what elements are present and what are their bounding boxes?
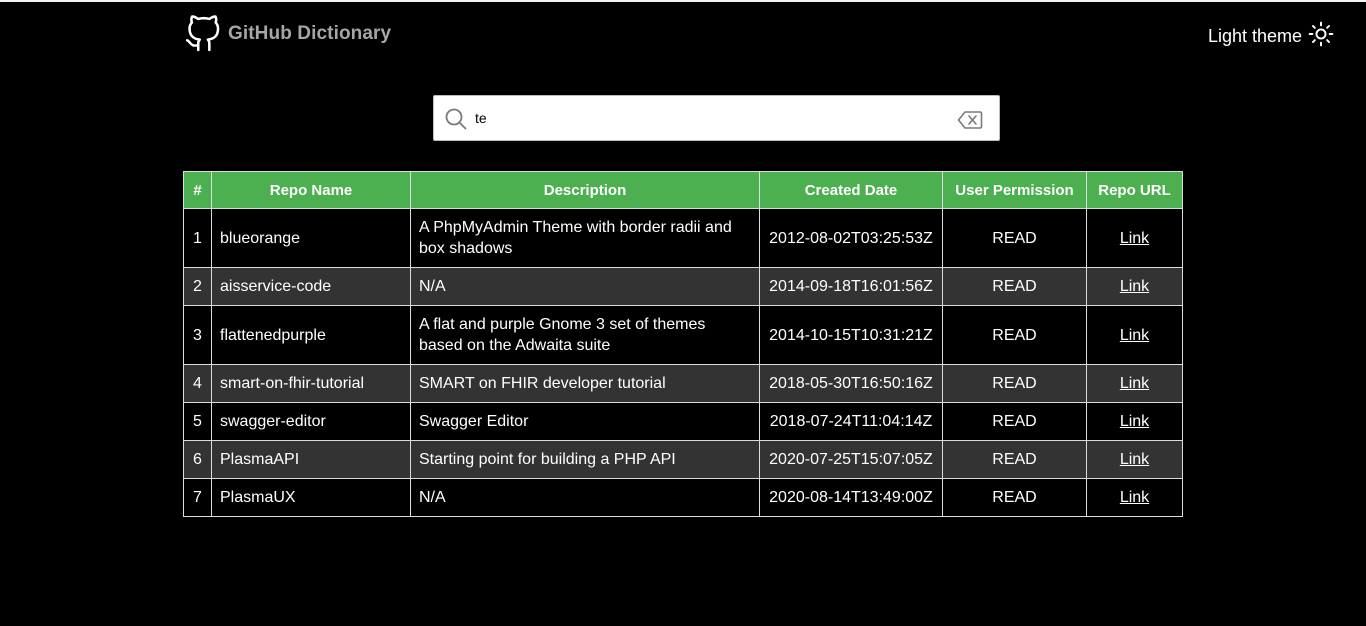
column-header-user-permission[interactable]: User Permission: [942, 171, 1087, 209]
repo-description: A PhpMyAdmin Theme with border radii and…: [410, 208, 760, 268]
created-date: 2018-05-30T16:50:16Z: [759, 364, 943, 403]
user-permission: READ: [942, 402, 1087, 441]
theme-toggle-button[interactable]: Light theme: [1208, 21, 1334, 52]
repo-url-cell: Link: [1086, 208, 1183, 268]
row-number: 2: [183, 267, 212, 306]
repo-link[interactable]: Link: [1120, 375, 1149, 392]
repo-name: PlasmaUX: [211, 478, 411, 517]
row-number: 3: [183, 305, 212, 365]
column-header-number[interactable]: #: [183, 171, 212, 209]
repo-url-cell: Link: [1086, 305, 1183, 365]
user-permission: READ: [942, 267, 1087, 306]
theme-toggle-label: Light theme: [1207, 26, 1302, 46]
repo-description: Swagger Editor: [410, 402, 760, 441]
repo-description: Starting point for building a PHP API: [410, 440, 760, 479]
repo-name: swagger-editor: [211, 402, 411, 441]
repo-name: smart-on-fhir-tutorial: [211, 364, 411, 403]
repo-table: # Repo Name Description Created Date Use…: [183, 171, 1183, 517]
app-header: GitHub Dictionary Light theme: [0, 2, 1366, 68]
column-header-description[interactable]: Description: [410, 171, 760, 209]
column-header-repo-name[interactable]: Repo Name: [211, 171, 411, 209]
created-date: 2020-07-25T15:07:05Z: [759, 440, 943, 479]
repo-url-cell: Link: [1086, 364, 1183, 403]
repo-link[interactable]: Link: [1120, 489, 1149, 506]
user-permission: READ: [942, 364, 1087, 403]
search-box: [433, 95, 1000, 141]
table-row: 5 swagger-editor Swagger Editor 2018-07-…: [183, 402, 1183, 441]
table-row: 4 smart-on-fhir-tutorial SMART on FHIR d…: [183, 364, 1183, 403]
row-number: 5: [183, 402, 212, 441]
row-number: 7: [183, 478, 212, 517]
created-date: 2012-08-02T03:25:53Z: [759, 208, 943, 268]
repo-name: blueorange: [211, 208, 411, 268]
repo-description: N/A: [410, 267, 760, 306]
user-permission: READ: [942, 478, 1087, 517]
repo-link[interactable]: Link: [1120, 327, 1149, 344]
github-octocat-icon: [184, 14, 222, 54]
repo-description: SMART on FHIR developer tutorial: [410, 364, 760, 403]
created-date: 2014-10-15T10:31:21Z: [759, 305, 943, 365]
repo-url-cell: Link: [1086, 478, 1183, 517]
table-row: 7 PlasmaUX N/A 2020-08-14T13:49:00Z READ…: [183, 478, 1183, 517]
user-permission: READ: [942, 440, 1087, 479]
repo-link[interactable]: Link: [1120, 278, 1149, 295]
repo-name: aisservice-code: [211, 267, 411, 306]
repo-link[interactable]: Link: [1120, 451, 1149, 468]
column-header-created-date[interactable]: Created Date: [759, 171, 943, 209]
sun-icon: [1308, 21, 1334, 52]
table-row: 3 flattenedpurple A flat and purple Gnom…: [183, 305, 1183, 365]
repo-description: N/A: [410, 478, 760, 517]
created-date: 2018-07-24T11:04:14Z: [759, 402, 943, 441]
row-number: 6: [183, 440, 212, 479]
row-number: 1: [183, 208, 212, 268]
table-row: 1 blueorange A PhpMyAdmin Theme with bor…: [183, 208, 1183, 268]
repo-name: flattenedpurple: [211, 305, 411, 365]
repo-url-cell: Link: [1086, 440, 1183, 479]
repo-description: A flat and purple Gnome 3 set of themes …: [410, 305, 760, 365]
app-title: GitHub Dictionary: [228, 23, 392, 44]
user-permission: READ: [942, 208, 1087, 268]
backspace-clear-icon[interactable]: [957, 110, 983, 135]
repo-table-container: # Repo Name Description Created Date Use…: [183, 171, 1183, 517]
table-row: 6 PlasmaAPI Starting point for building …: [183, 440, 1183, 479]
repo-link[interactable]: Link: [1120, 413, 1149, 430]
user-permission: READ: [942, 305, 1087, 365]
search-icon: [444, 107, 468, 136]
table-header-row: # Repo Name Description Created Date Use…: [183, 171, 1183, 209]
created-date: 2020-08-14T13:49:00Z: [759, 478, 943, 517]
search-input[interactable]: [475, 105, 945, 131]
repo-url-cell: Link: [1086, 402, 1183, 441]
repo-link[interactable]: Link: [1120, 230, 1149, 247]
created-date: 2014-09-18T16:01:56Z: [759, 267, 943, 306]
column-header-repo-url[interactable]: Repo URL: [1086, 171, 1183, 209]
table-row: 2 aisservice-code N/A 2014-09-18T16:01:5…: [183, 267, 1183, 306]
row-number: 4: [183, 364, 212, 403]
repo-url-cell: Link: [1086, 267, 1183, 306]
brand[interactable]: GitHub Dictionary: [184, 14, 391, 54]
repo-name: PlasmaAPI: [211, 440, 411, 479]
